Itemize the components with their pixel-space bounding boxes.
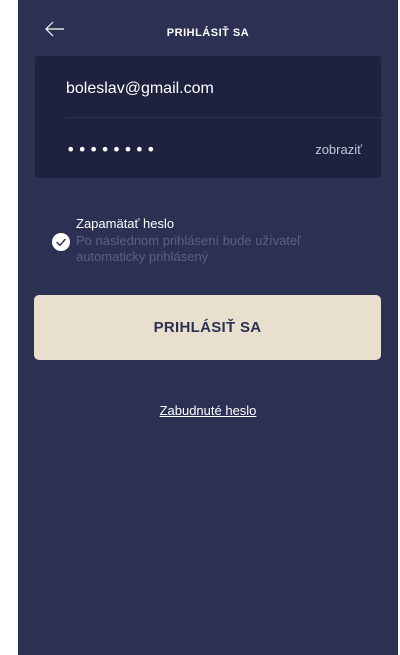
forgot-password-link[interactable]: Zabudnuté heslo — [160, 403, 257, 418]
show-password-button[interactable]: zobraziť — [315, 142, 362, 157]
credentials-card: zobraziť — [35, 56, 381, 178]
login-screen: PRIHLÁSIŤ SA zobraziť Zapamätať heslo Po… — [18, 0, 398, 655]
forgot-password: Zabudnuté heslo — [18, 402, 398, 420]
check-icon — [52, 233, 70, 251]
top-bar: PRIHLÁSIŤ SA — [18, 0, 398, 52]
remember-password: Zapamätať heslo Po následnom prihlásení … — [52, 216, 372, 266]
email-field[interactable] — [66, 77, 366, 101]
field-divider — [66, 117, 381, 118]
remember-title: Zapamätať heslo — [76, 216, 175, 231]
page-title: PRIHLÁSIŤ SA — [166, 27, 250, 39]
remember-description: Po následnom prihlásení bude užívateľ au… — [76, 233, 301, 264]
password-field[interactable] — [66, 137, 266, 161]
login-button[interactable]: PRIHLÁSIŤ SA — [34, 295, 381, 360]
remember-checkbox[interactable] — [52, 233, 70, 251]
